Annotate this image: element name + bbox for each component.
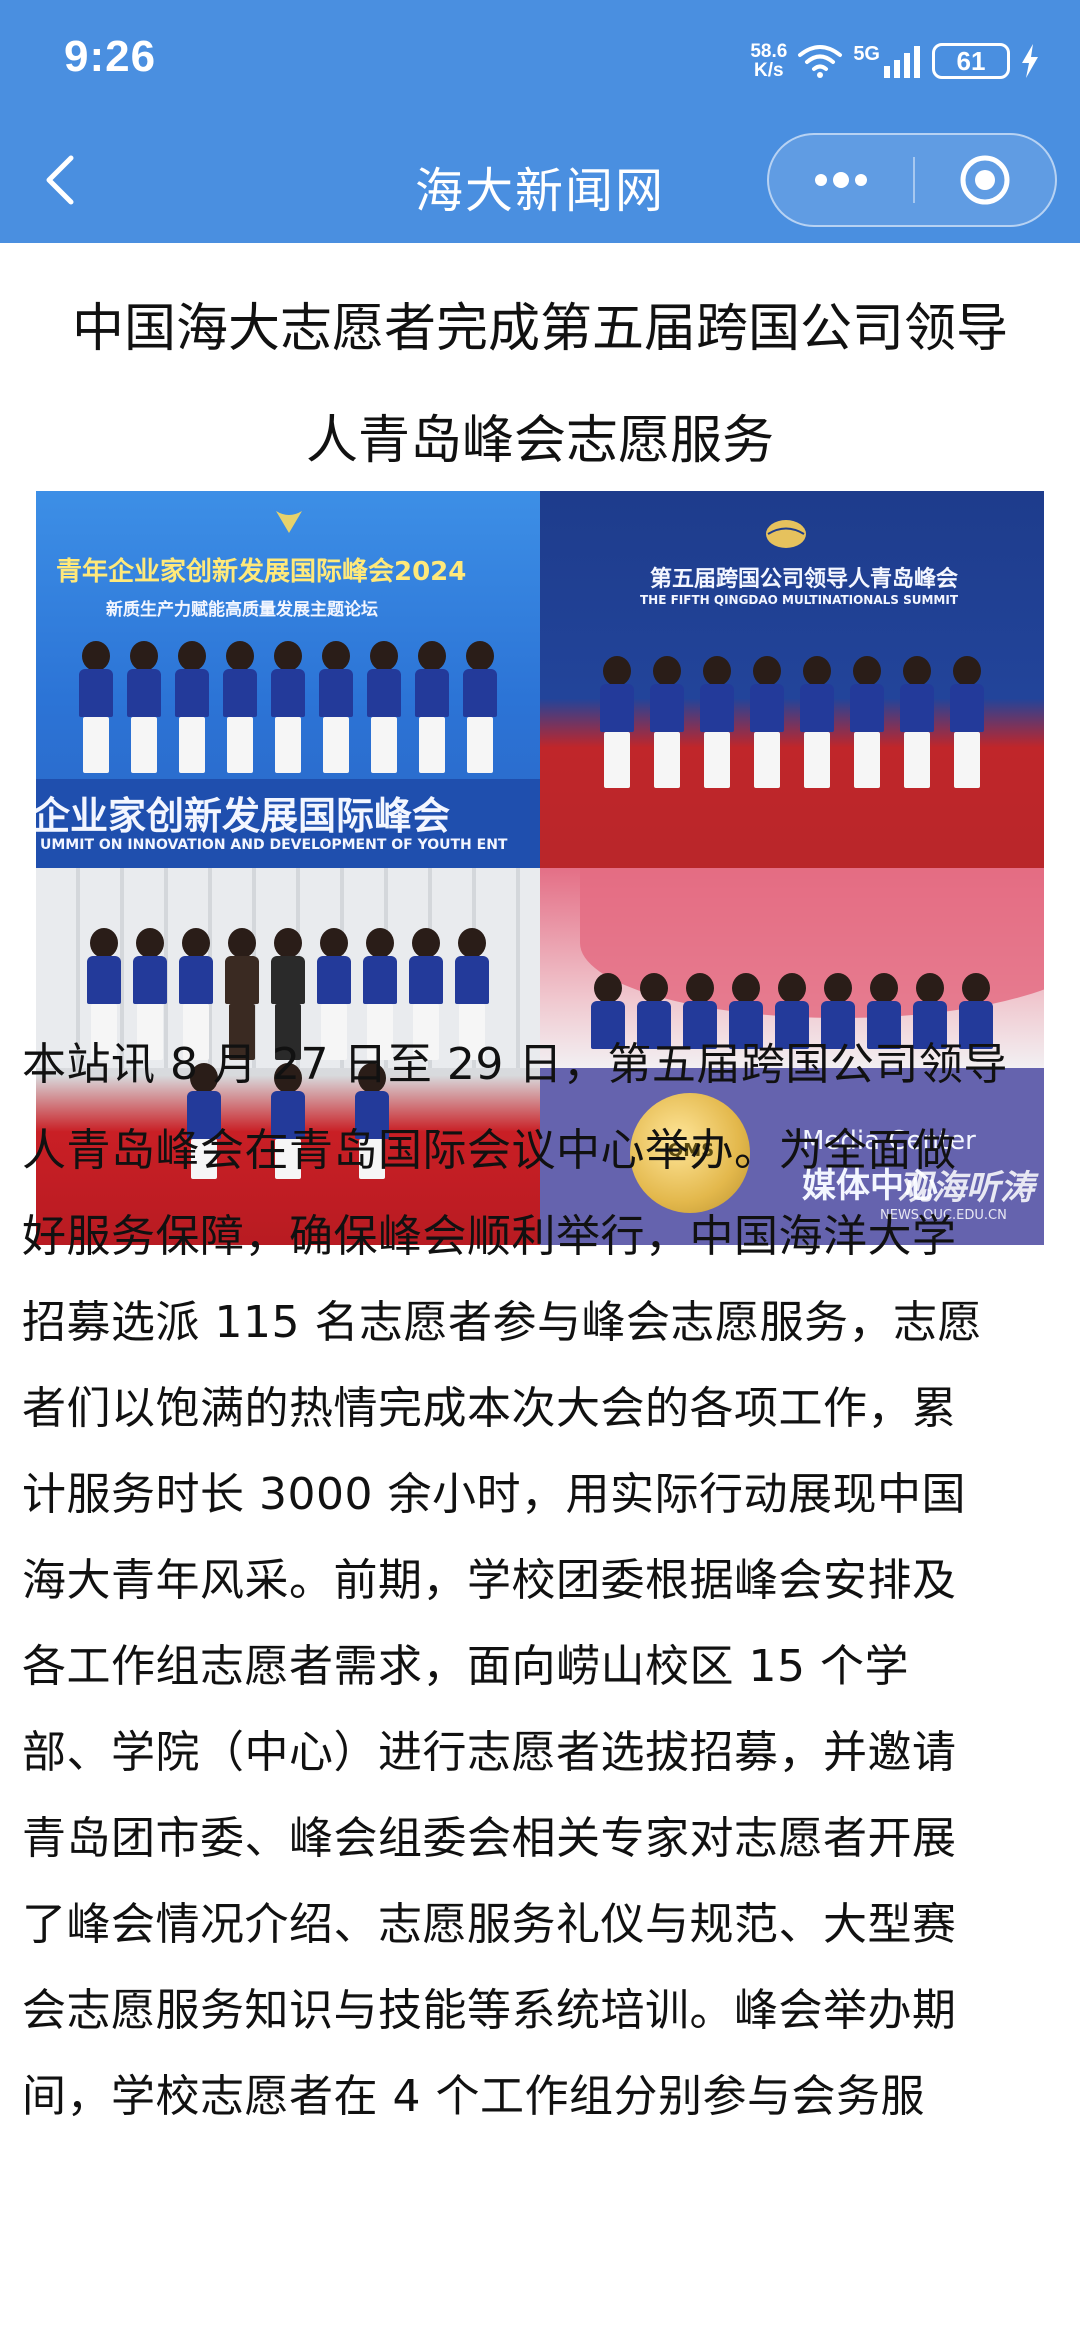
body-line: 会志愿服务知识与技能等系统培训。峰会举办期 — [22, 1985, 957, 2036]
net-speed-unit: K/s — [754, 60, 784, 81]
photo-panel-youth-summit: 青年企业家创新发展国际峰会2024 新质生产力赋能高质量发展主题论坛 企业家创新… — [36, 491, 540, 868]
body-line: 好服务保障，确保峰会顺利举行，中国海洋大学 — [22, 1211, 957, 1262]
net-speed: 58.6 K/s — [750, 42, 787, 80]
volunteer-group — [540, 656, 1044, 788]
body-line: 计服务时长 3000 余小时，用实际行动展现中国 — [22, 1469, 966, 1520]
body-line: 人青岛峰会在青岛国际会议中心举办。为全面做 — [22, 1125, 957, 1176]
body-line: 了峰会情况介绍、志愿服务礼仪与规范、大型赛 — [22, 1899, 957, 1950]
status-time: 9:26 — [64, 32, 157, 81]
system-icons: 58.6 K/s 5G 61 — [750, 36, 1040, 86]
signal-icon — [884, 46, 920, 78]
body-line: 部、学院（中心）进行志愿者选拔招募，并邀请 — [22, 1727, 957, 1778]
body-line: 者们以饱满的热情完成本次大会的各项工作，累 — [22, 1383, 957, 1434]
more-button[interactable] — [769, 135, 913, 225]
close-mini-program-button[interactable] — [915, 135, 1055, 225]
charging-icon — [1022, 44, 1038, 78]
photo-panel-qingdao-summit: 第五届跨国公司领导人青岛峰会 THE FIFTH QINGDAO MULTINA… — [540, 491, 1044, 868]
headline-line: 中国海大志愿者完成第五届跨国公司领导 — [71, 299, 1008, 359]
wifi-icon — [798, 45, 843, 78]
summit-logo-icon — [276, 511, 302, 533]
status-bar: 9:26 58.6 K/s 5G 61 — [0, 0, 1080, 125]
close-target-icon — [960, 155, 1010, 205]
panel1-banner-english: UMMIT ON INNOVATION AND DEVELOPMENT OF Y… — [40, 837, 508, 853]
panel1-sign-subtitle: 新质生产力赋能高质量发展主题论坛 — [106, 600, 378, 620]
panel1-sign-title: 青年企业家创新发展国际峰会2024 — [56, 557, 467, 587]
nav-bar: 海大新闻网 — [0, 125, 1080, 243]
battery-level: 61 — [956, 45, 986, 76]
body-line: 海大青年风采。前期，学校团委根据峰会安排及 — [22, 1555, 957, 1606]
network-type: 5G — [853, 42, 880, 65]
article-headline: 中国海大志愿者完成第五届跨国公司领导 人青岛峰会志愿服务 — [30, 273, 1050, 497]
body-line: 各工作组志愿者需求，面向崂山校区 15 个学 — [22, 1641, 909, 1692]
summit-globe-icon — [766, 520, 806, 548]
article-body: 本站讯 8 月 27 日至 29 日，第五届跨国公司领导 人青岛峰会在青岛国际会… — [22, 1022, 1062, 2140]
body-line: 青岛团市委、峰会组委会相关专家对志愿者开展 — [22, 1813, 957, 1864]
body-line: 招募选派 115 名志愿者参与峰会志愿服务，志愿 — [22, 1297, 982, 1348]
volunteer-group — [36, 641, 540, 773]
panel1-banner-title: 企业家创新发展国际峰会 — [36, 794, 451, 838]
panel2-sign-english: THE FIFTH QINGDAO MULTINATIONALS SUMMIT — [640, 593, 959, 607]
body-line: 间，学校志愿者在 4 个工作组分别参与会务服 — [22, 2071, 925, 2122]
panel2-sign-title: 第五届跨国公司领导人青岛峰会 — [650, 567, 959, 592]
battery-indicator: 61 — [932, 43, 1010, 79]
headline-line: 人青岛峰会志愿服务 — [305, 411, 774, 471]
net-speed-value: 58.6 — [750, 41, 788, 62]
more-icon — [815, 172, 867, 188]
body-line: 本站讯 8 月 27 日至 29 日，第五届跨国公司领导 — [22, 1039, 1008, 1090]
mini-program-capsule — [767, 133, 1057, 227]
top-bar: 9:26 58.6 K/s 5G 61 海大新闻网 — [0, 0, 1080, 243]
